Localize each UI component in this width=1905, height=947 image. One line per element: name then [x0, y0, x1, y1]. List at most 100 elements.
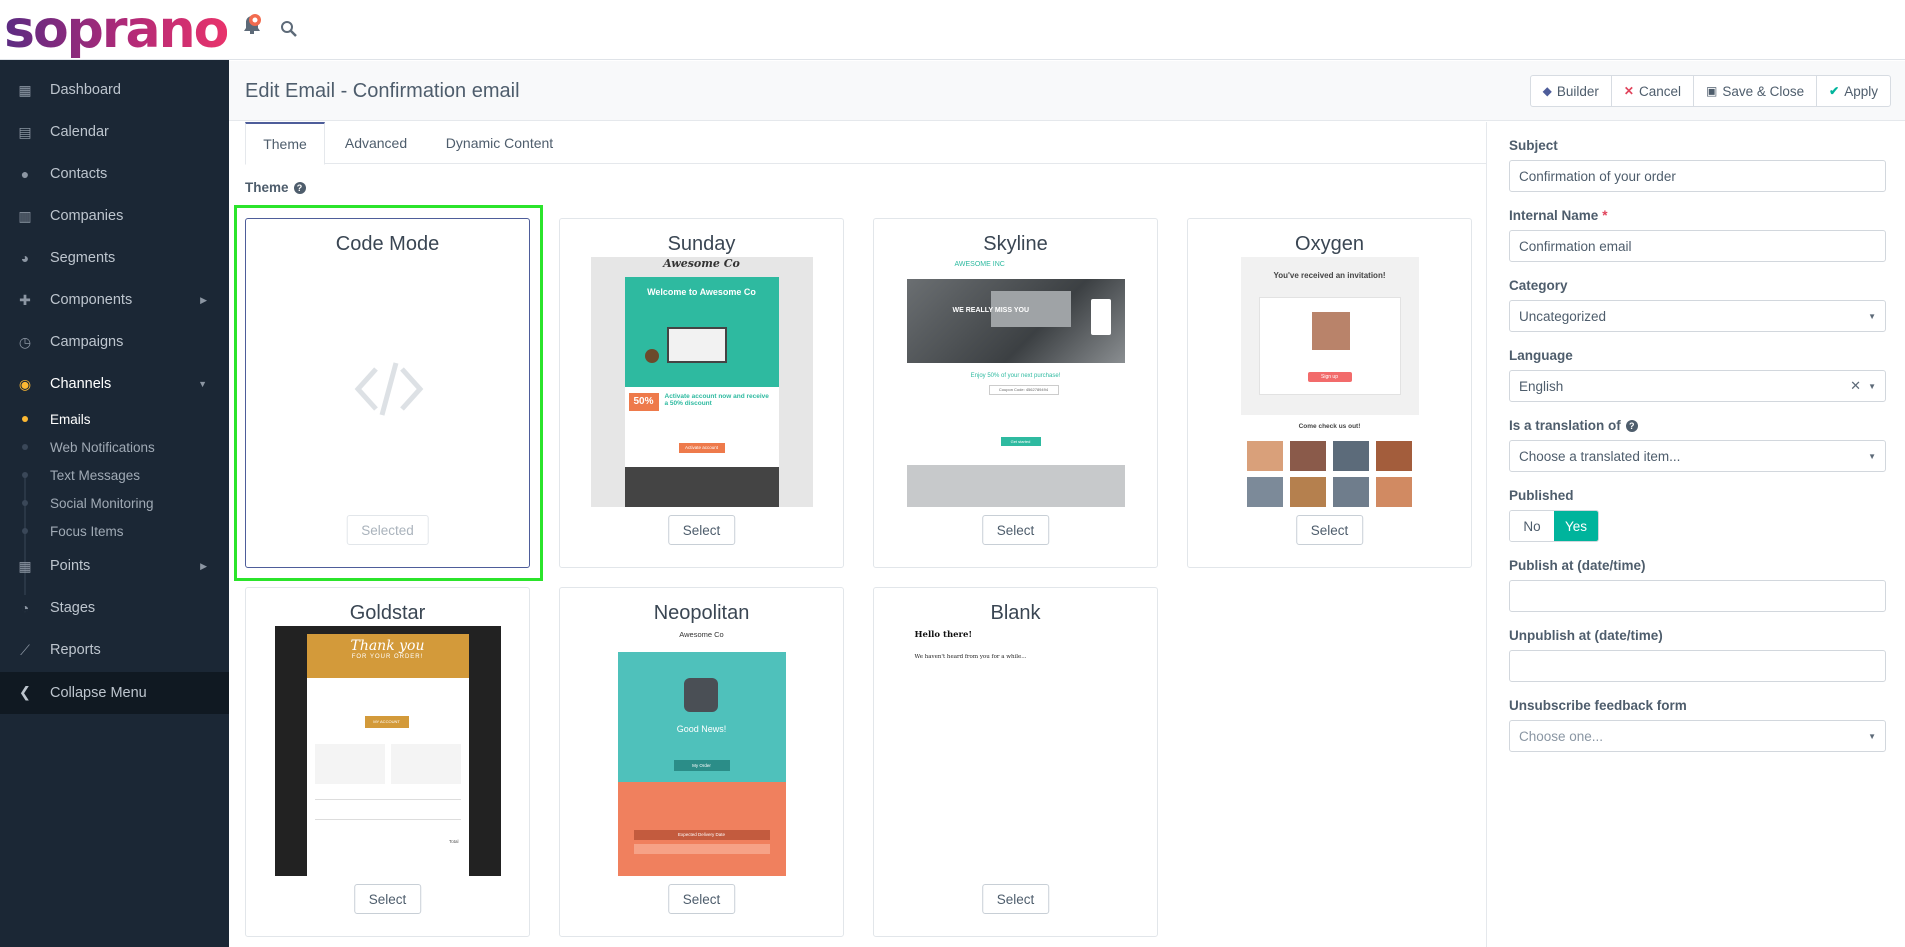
sidebar-subitem-text-messages[interactable]: Text Messages [0, 461, 229, 489]
puzzle-icon: ✚ [19, 291, 31, 308]
theme-card-goldstar[interactable]: Goldstar Thank you FOR YOUR ORDER! MY AC… [245, 587, 530, 937]
preview-brand: Awesome Co [679, 630, 724, 639]
tab-dynamic-content[interactable]: Dynamic Content [427, 122, 572, 164]
tab-advanced[interactable]: Advanced [325, 122, 427, 164]
cancel-button[interactable]: ✕ Cancel [1610, 76, 1693, 106]
help-icon[interactable]: ? [1625, 419, 1638, 432]
preview-hero: Good News! My Order [617, 652, 786, 782]
sidebar-item-channels[interactable]: ◉ Channels ▼ [0, 363, 229, 405]
dropdown-caret-icon: ▼ [1868, 381, 1876, 391]
unpublish-at-input[interactable] [1509, 650, 1886, 682]
preview-greeting: Hello there! [914, 630, 973, 640]
language-label: Language [1509, 348, 1573, 363]
theme-card-oxygen[interactable]: Oxygen You've received an invitation! Si… [1187, 218, 1472, 568]
preview-hero: Welcome to Awesome Co [624, 277, 779, 387]
theme-card-sunday[interactable]: Sunday Awesome Co Welcome to Awesome Co … [559, 218, 844, 568]
preview-percent: 50% [628, 393, 659, 411]
internal-name-input[interactable]: Confirmation email [1509, 230, 1886, 262]
sidebar-item-campaigns[interactable]: ◷ Campaigns [0, 321, 229, 363]
apply-button[interactable]: ✔ Apply [1816, 76, 1890, 106]
sidebar-item-components[interactable]: ✚ Components ▶ [0, 279, 229, 321]
unsubscribe-form-select[interactable]: Choose one... ▼ [1509, 720, 1886, 752]
preview-footer-text: Come check us out! [1298, 423, 1361, 430]
sidebar-item-label: Segments [50, 250, 116, 266]
sidebar: ▦ Dashboard ▤ Calendar ● Contacts ▥ Companie… [0, 60, 229, 947]
preview-footer [906, 465, 1125, 507]
sidebar-item-reports[interactable]: ⟋ Reports [0, 629, 229, 671]
preview-brand: Awesome Co [663, 257, 740, 270]
language-select[interactable]: English ✕ ▼ [1509, 370, 1886, 402]
sidebar-item-segments[interactable]: ◕ Segments [0, 237, 229, 279]
email-settings-panel: Subject Confirmation of your order Inter… [1486, 122, 1905, 947]
sidebar-item-contacts[interactable]: ● Contacts [0, 153, 229, 195]
preview-hero: You've received an invitation! Sign up [1240, 257, 1419, 415]
sidebar-item-points[interactable]: ▦ Points ▶ [0, 545, 229, 587]
line-chart-icon: ⟋ [20, 641, 30, 658]
skyline-preview: AWESOME INC WE REALLY MISS YOU Enjoy 50%… [906, 257, 1125, 507]
category-select[interactable]: Uncategorized ▼ [1509, 300, 1886, 332]
sidebar-subitem-emails[interactable]: Emails [0, 405, 229, 433]
theme-card-neopolitan[interactable]: Neopolitan Awesome Co Good News! My Orde… [559, 587, 844, 937]
chevron-down-icon: ▼ [198, 379, 207, 389]
help-icon[interactable]: ? [293, 181, 306, 194]
sidebar-item-label: Dashboard [50, 82, 121, 98]
page-header: Edit Email - Confirmation email ◆ Builder… [229, 61, 1905, 121]
cube-icon: ◆ [1542, 84, 1552, 98]
published-label: Published [1509, 488, 1574, 503]
preview-headline: You've received an invitation! [1273, 271, 1386, 280]
preview-total: Total [448, 839, 459, 844]
tachometer-icon: ◔ [20, 600, 30, 616]
preview-brand: AWESOME INC [954, 261, 1005, 268]
search-icon[interactable] [280, 20, 298, 38]
collapse-menu-button[interactable]: ❮ Collapse Menu [0, 672, 229, 714]
published-yes-button[interactable]: Yes [1554, 511, 1598, 541]
sidebar-subitem-focus-items[interactable]: Focus Items [0, 517, 229, 545]
published-toggle: No Yes [1509, 510, 1599, 542]
tab-theme[interactable]: Theme [245, 122, 325, 165]
select-button[interactable]: Select [353, 884, 422, 914]
sidebar-item-stages[interactable]: ◔ Stages [0, 587, 229, 629]
check-icon: ✔ [1829, 84, 1840, 98]
theme-label: Theme? [245, 180, 306, 195]
oxygen-preview: You've received an invitation! Sign up C… [1240, 257, 1419, 507]
preview-subheadline: FOR YOUR ORDER! [351, 654, 424, 660]
internal-name-label: Internal Name * [1509, 208, 1608, 223]
preview-coupon: Coupon Code: 4562789494 [988, 385, 1059, 395]
clear-icon[interactable]: ✕ [1850, 378, 1861, 394]
subject-input[interactable]: Confirmation of your order [1509, 160, 1886, 192]
theme-card-blank[interactable]: Blank Hello there! We haven't heard from… [873, 587, 1158, 937]
app-logo[interactable]: soprano [4, 2, 229, 58]
select-button[interactable]: Select [667, 884, 736, 914]
select-button[interactable]: Select [667, 515, 736, 545]
bullet-icon [22, 444, 28, 450]
sidebar-item-calendar[interactable]: ▤ Calendar [0, 111, 229, 153]
dashboard-icon: ▦ [18, 81, 32, 98]
published-no-button[interactable]: No [1510, 511, 1554, 541]
sidebar-item-label: Points [50, 558, 91, 574]
sidebar-subitem-label: Focus Items [50, 523, 124, 539]
save-close-button[interactable]: ▣ Save & Close [1693, 76, 1816, 106]
building-icon: ▥ [18, 207, 32, 224]
sidebar-subitem-social-monitoring[interactable]: Social Monitoring [0, 489, 229, 517]
preview-hero: WE REALLY MISS YOU [906, 279, 1125, 363]
theme-card-skyline[interactable]: Skyline AWESOME INC WE REALLY MISS YOU E… [873, 218, 1158, 568]
unsubscribe-form-label-text: Unsubscribe feedback form [1509, 698, 1687, 713]
sidebar-item-dashboard[interactable]: ▦ Dashboard [0, 69, 229, 111]
publish-at-input[interactable] [1509, 580, 1886, 612]
chevron-right-icon: ▶ [200, 294, 207, 305]
category-label: Category [1509, 278, 1568, 293]
save-icon: ▣ [1706, 84, 1718, 98]
select-button[interactable]: Select [981, 515, 1050, 545]
preview-photo-grid [1246, 441, 1413, 507]
sidebar-item-companies[interactable]: ▥ Companies [0, 195, 229, 237]
builder-button[interactable]: ◆ Builder [1531, 76, 1611, 106]
neopolitan-preview: Awesome Co Good News! My Order Expected … [617, 626, 786, 876]
sidebar-subitem-web-notifications[interactable]: Web Notifications [0, 433, 229, 461]
select-button[interactable]: Select [1295, 515, 1364, 545]
notification-bell-icon[interactable] [240, 12, 264, 38]
preview-cta: MY ACCOUNT [364, 716, 409, 728]
sidebar-item-label: Components [50, 292, 133, 308]
preview-hero-text: WE REALLY MISS YOU [952, 307, 1030, 314]
select-button[interactable]: Select [981, 884, 1050, 914]
translation-select[interactable]: Choose a translated item... ▼ [1509, 440, 1886, 472]
